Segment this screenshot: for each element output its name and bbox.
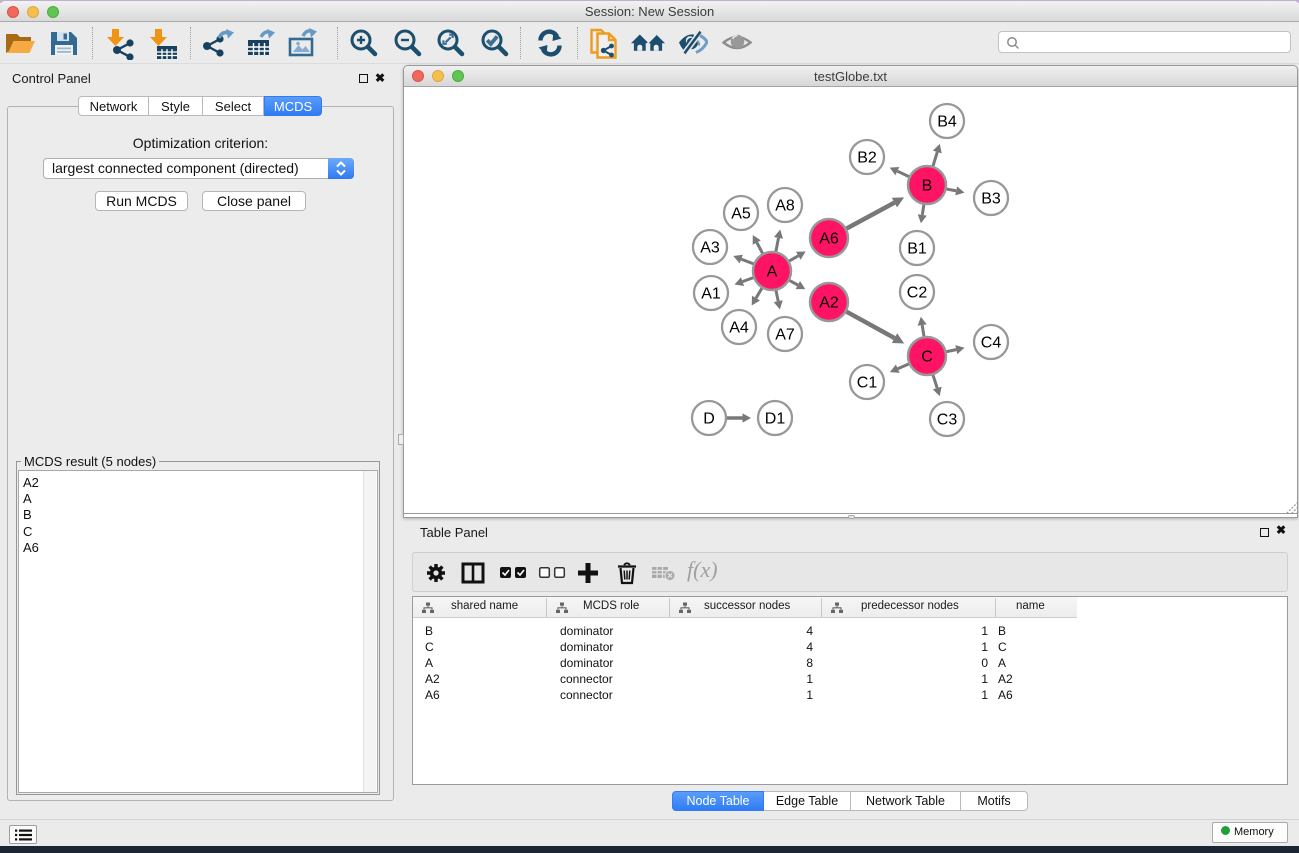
svg-text:D: D xyxy=(703,411,715,428)
svg-text:A6: A6 xyxy=(819,231,839,248)
svg-text:A2: A2 xyxy=(819,295,839,312)
svg-text:B: B xyxy=(922,178,933,195)
svg-text:B4: B4 xyxy=(937,114,957,131)
svg-text:A8: A8 xyxy=(775,198,795,215)
svg-text:C: C xyxy=(921,349,933,366)
svg-text:B3: B3 xyxy=(981,191,1001,208)
svg-text:D1: D1 xyxy=(765,411,786,428)
svg-text:C3: C3 xyxy=(937,412,958,429)
svg-text:A3: A3 xyxy=(700,240,720,257)
svg-text:A1: A1 xyxy=(701,286,721,303)
svg-text:A7: A7 xyxy=(775,327,795,344)
svg-text:A: A xyxy=(767,264,778,281)
svg-text:B1: B1 xyxy=(907,241,927,258)
svg-text:C2: C2 xyxy=(907,285,928,302)
svg-text:A5: A5 xyxy=(731,206,751,223)
svg-text:C4: C4 xyxy=(981,335,1002,352)
svg-text:C1: C1 xyxy=(857,375,878,392)
svg-text:B2: B2 xyxy=(857,150,877,167)
svg-text:A4: A4 xyxy=(729,320,749,337)
